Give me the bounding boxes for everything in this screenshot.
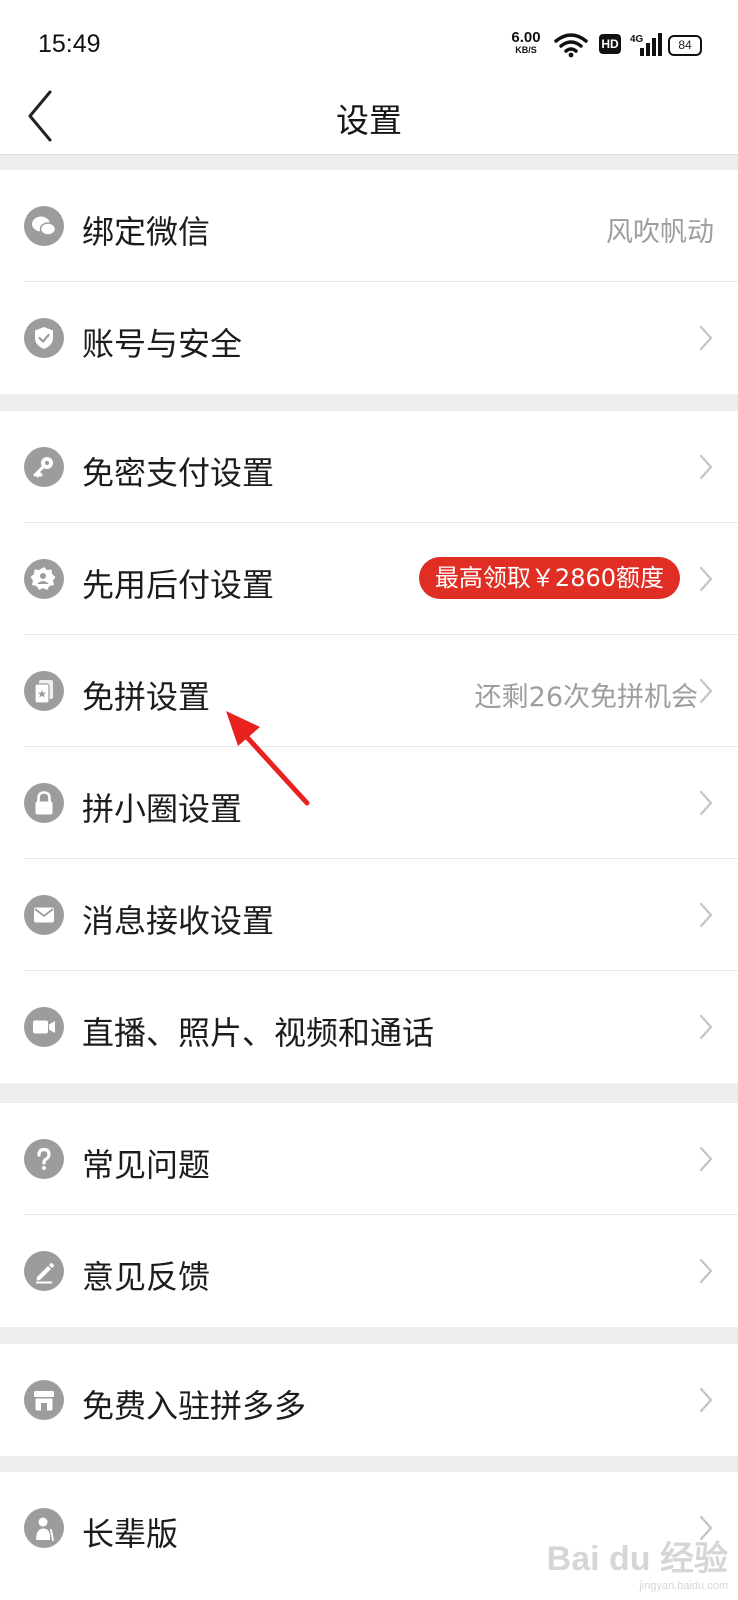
row-bind-wechat[interactable]: 绑定微信 风吹帆动 xyxy=(0,170,738,282)
row-label: 免费入驻拼多多 xyxy=(82,1387,307,1425)
page-title: 设置 xyxy=(336,101,402,140)
badge-icon xyxy=(24,559,64,599)
row-label: 消息接收设置 xyxy=(82,902,275,940)
battery-indicator: 84 xyxy=(668,35,702,56)
row-label: 免密支付设置 xyxy=(82,454,275,492)
row-account-security[interactable]: 账号与安全 xyxy=(0,282,738,394)
row-message-settings[interactable]: 消息接收设置 xyxy=(0,859,738,971)
nav-bar: 设置 xyxy=(0,84,738,155)
chevron-right-icon xyxy=(699,1258,713,1284)
chevron-right-icon xyxy=(699,566,713,592)
net-speed-value: 6.00 xyxy=(511,29,541,46)
row-label: 拼小圈设置 xyxy=(82,790,243,828)
status-bar: 15:49 6.00 KB/S HD 4G 84 xyxy=(0,0,738,84)
chevron-right-icon xyxy=(699,325,713,351)
watermark-subtext: jingyan.baidu.com xyxy=(639,1580,728,1592)
settings-group-features: 免密支付设置 先用后付设置 最高领取￥2860额度 免拼设置 还剩26次免拼机会 xyxy=(0,411,738,1083)
key-icon xyxy=(24,447,64,487)
status-time: 15:49 xyxy=(38,30,101,58)
row-faq[interactable]: 常见问题 xyxy=(0,1103,738,1215)
question-icon xyxy=(24,1139,64,1179)
chevron-right-icon xyxy=(699,678,713,704)
chevron-right-icon xyxy=(699,1146,713,1172)
wechat-icon xyxy=(24,206,64,246)
lock-icon xyxy=(24,783,64,823)
row-label: 长辈版 xyxy=(82,1515,179,1553)
row-label: 绑定微信 xyxy=(82,213,211,251)
row-free-group[interactable]: 免拼设置 还剩26次免拼机会 xyxy=(0,635,738,747)
free-group-count: 还剩26次免拼机会 xyxy=(474,682,698,713)
wifi-icon xyxy=(554,33,588,58)
chevron-right-icon xyxy=(699,1387,713,1413)
row-pay-later[interactable]: 先用后付设置 最高领取￥2860额度 xyxy=(0,523,738,635)
row-media-settings[interactable]: 直播、照片、视频和通话 xyxy=(0,971,738,1083)
wechat-nickname: 风吹帆动 xyxy=(606,217,714,248)
chevron-right-icon xyxy=(699,1014,713,1040)
network-type: 4G xyxy=(630,34,644,45)
cards-icon xyxy=(24,671,64,711)
row-feedback[interactable]: 意见反馈 xyxy=(0,1215,738,1327)
row-label: 意见反馈 xyxy=(82,1258,211,1296)
chevron-right-icon xyxy=(699,790,713,816)
row-password-free-pay[interactable]: 免密支付设置 xyxy=(0,411,738,523)
net-speed-unit: KB/S xyxy=(515,45,537,55)
chevron-right-icon xyxy=(699,902,713,928)
watermark-text: Bai du 经验 xyxy=(546,1540,728,1578)
net-speed: 6.00 KB/S xyxy=(506,30,546,55)
chevron-right-icon xyxy=(699,454,713,480)
watermark-logo: Bai du 经验 jingyan.baidu.com xyxy=(547,1531,728,1592)
video-icon xyxy=(24,1007,64,1047)
elder-icon xyxy=(24,1508,64,1548)
row-merchant-join[interactable]: 免费入驻拼多多 xyxy=(0,1344,738,1456)
hd-icon: HD xyxy=(599,34,621,54)
row-label: 先用后付设置 xyxy=(82,566,275,604)
row-label: 免拼设置 xyxy=(82,678,211,716)
promo-badge: 最高领取￥2860额度 xyxy=(418,557,680,599)
settings-group-merchant: 免费入驻拼多多 xyxy=(0,1344,738,1456)
row-label: 账号与安全 xyxy=(82,325,243,363)
signal-icon: 4G xyxy=(630,33,662,56)
row-circle-settings[interactable]: 拼小圈设置 xyxy=(0,747,738,859)
store-icon xyxy=(24,1380,64,1420)
settings-group-help: 常见问题 意见反馈 xyxy=(0,1103,738,1327)
mail-icon xyxy=(24,895,64,935)
settings-group-account: 绑定微信 风吹帆动 账号与安全 xyxy=(0,170,738,394)
row-label: 直播、照片、视频和通话 xyxy=(82,1014,435,1052)
shield-icon xyxy=(24,318,64,358)
pencil-icon xyxy=(24,1251,64,1291)
row-label: 常见问题 xyxy=(82,1146,211,1184)
